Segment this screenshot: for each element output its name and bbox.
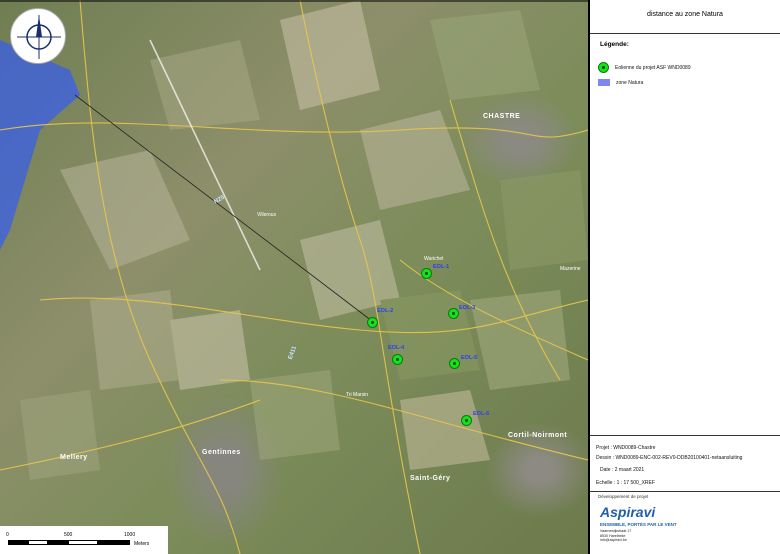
- place-label-cortil-noirmont: Cortil-Noirmont: [508, 432, 568, 439]
- developer-label: Développement de projet: [598, 494, 649, 499]
- drawing-line: Dessin : WND0089-ENC-002-REV0-DDB2010040…: [596, 455, 743, 461]
- legend-item-natura: zone Natura: [598, 79, 643, 86]
- map-title: distance au zone Natura: [590, 0, 780, 34]
- turbine-label-eol-5: EOL-5: [461, 355, 478, 361]
- turbine-icon: [598, 62, 609, 73]
- turbine-label-eol-1: EOL-1: [433, 264, 450, 270]
- company-address: Vaarnewijkstraat 17 8530 Harelbeke info@…: [600, 529, 631, 543]
- scale-tick-1000: 1000: [124, 532, 136, 538]
- address-line: info@aspiravi.be: [600, 538, 627, 542]
- turbine-icon[interactable]: [448, 308, 459, 319]
- map-features: [0, 0, 588, 554]
- scale-unit: Meters: [134, 541, 150, 547]
- scale-tick-500: 500: [64, 532, 73, 538]
- company-tagline: ENSEMBLE, PORTÉS PAR LE VENT: [600, 522, 677, 527]
- legend-label: Eolienne du projet ASF WND0089: [615, 64, 691, 71]
- place-label-mazerine: Mazerine: [560, 266, 581, 272]
- turbine-label-eol-4: EOL-4: [388, 345, 405, 351]
- map-view[interactable]: CHASTRE Villeroux Gentinnes Saint-Géry C…: [0, 0, 588, 554]
- turbine-label-eol-3: EOL-3: [459, 305, 476, 311]
- place-label-tri-marsin: Tri Marsin: [346, 392, 369, 398]
- legend-item-turbine: Eolienne du projet ASF WND0089: [598, 62, 691, 73]
- address-line: Vaarnewijkstraat 17: [600, 529, 632, 533]
- legend-heading: Légende:: [600, 41, 629, 48]
- title-block: Projet : WND0089-Chastre Dessin : WND008…: [590, 436, 780, 492]
- legend-label: zone Natura: [616, 79, 644, 86]
- aspiravi-logo: Aspiravi: [600, 504, 656, 520]
- project-line: Projet : WND0089-Chastre: [596, 445, 656, 451]
- north-arrow-icon: [10, 8, 66, 64]
- turbine-icon[interactable]: [367, 317, 378, 328]
- turbine-icon[interactable]: [461, 415, 472, 426]
- map-info-panel: distance au zone Natura Légende: Eolienn…: [588, 0, 780, 554]
- turbine-label-eol-2: EOL-2: [377, 308, 394, 314]
- turbine-icon[interactable]: [392, 354, 403, 365]
- place-label-saint-gery: Saint-Géry: [410, 475, 451, 482]
- place-label-mellery: Mellery: [60, 454, 88, 461]
- turbine-icon[interactable]: [421, 268, 432, 279]
- turbine-icon[interactable]: [449, 358, 460, 369]
- legend: Légende: Eolienne du projet ASF WND0089 …: [590, 34, 780, 436]
- date-line: Date : 2 maart 2021: [600, 467, 645, 473]
- turbine-label-eol-6: EOL-6: [473, 411, 490, 417]
- developer-block: Développement de projet Aspiravi ENSEMBL…: [590, 492, 780, 554]
- scale-bar: 0 500 1000 Meters: [0, 526, 168, 554]
- scale-line: Echelle : 1 : 17 500_XREF: [596, 480, 655, 486]
- scale-tick-0: 0: [6, 532, 9, 538]
- place-label-warichet: Warichet: [424, 256, 444, 262]
- place-label-gentinnes: Gentinnes: [202, 449, 241, 456]
- place-label-chastre: CHASTRE: [483, 113, 521, 120]
- place-label-villeroux: Villeroux: [257, 212, 277, 218]
- natura-zone-swatch: [598, 79, 610, 86]
